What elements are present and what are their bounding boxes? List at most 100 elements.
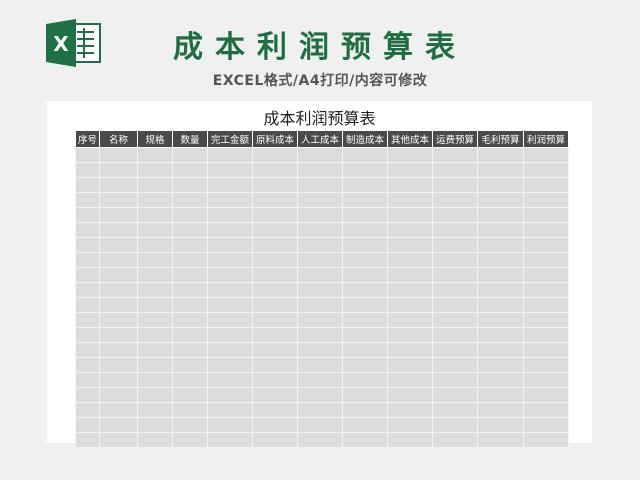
- table-cell: [342, 372, 388, 388]
- table-cell: [75, 387, 100, 403]
- table-cell: [342, 342, 388, 358]
- table-cell: [137, 312, 173, 328]
- table-cell: [432, 327, 478, 343]
- table-cell: [432, 237, 478, 253]
- table-cell: [137, 372, 173, 388]
- table-cell: [523, 372, 569, 388]
- table-cell: [477, 192, 524, 208]
- table-cell: [172, 357, 208, 373]
- table-cell: [99, 432, 138, 448]
- table-cell: [207, 432, 253, 448]
- table-cell: [523, 252, 569, 268]
- table-cell: [172, 237, 208, 253]
- table-cell: [172, 417, 208, 433]
- table-cell: [432, 402, 478, 418]
- table-cell: [477, 177, 524, 193]
- table-cell: [172, 432, 208, 448]
- table-cell: [172, 342, 208, 358]
- table-cell: [252, 207, 298, 223]
- table-cell: [297, 282, 343, 298]
- table-row: [75, 342, 569, 358]
- table-cell: [523, 357, 569, 373]
- column-header: 原料成本: [252, 130, 298, 148]
- table-cell: [477, 432, 524, 448]
- table-cell: [252, 177, 298, 193]
- table-row: [75, 207, 569, 223]
- table-cell: [523, 432, 569, 448]
- table-cell: [137, 267, 173, 283]
- table-cell: [387, 147, 433, 163]
- column-header: 其他成本: [387, 130, 433, 148]
- table-cell: [252, 357, 298, 373]
- table-cell: [477, 267, 524, 283]
- table-cell: [523, 327, 569, 343]
- table-cell: [387, 387, 433, 403]
- table-cell: [172, 252, 208, 268]
- table-cell: [297, 432, 343, 448]
- table-cell: [99, 372, 138, 388]
- table-cell: [252, 222, 298, 238]
- table-cell: [99, 267, 138, 283]
- table-cell: [432, 267, 478, 283]
- table-cell: [477, 402, 524, 418]
- table-cell: [523, 147, 569, 163]
- table-cell: [252, 192, 298, 208]
- table-cell: [342, 177, 388, 193]
- table-cell: [99, 327, 138, 343]
- table-cell: [207, 162, 253, 178]
- table-cell: [342, 252, 388, 268]
- table-cell: [432, 357, 478, 373]
- table-cell: [387, 357, 433, 373]
- column-header: 规格: [137, 130, 173, 148]
- table-cell: [432, 282, 478, 298]
- table-cell: [342, 192, 388, 208]
- table-cell: [297, 192, 343, 208]
- table-cell: [342, 162, 388, 178]
- table-cell: [207, 417, 253, 433]
- table-cell: [342, 237, 388, 253]
- table-cell: [477, 357, 524, 373]
- page-subtitle: EXCEL格式/A4打印/内容可修改: [212, 73, 428, 89]
- table-cell: [137, 177, 173, 193]
- table-cell: [432, 432, 478, 448]
- table-cell: [207, 357, 253, 373]
- column-header: 序号: [75, 130, 100, 148]
- table-cell: [75, 207, 100, 223]
- table-cell: [99, 207, 138, 223]
- table-row: [75, 387, 569, 403]
- table-cell: [477, 282, 524, 298]
- table-cell: [477, 417, 524, 433]
- table-header-row: 序号 名称 规格 数量 完工金额 原料成本 人工成本 制造成本 其他成本 运费预算 毛利预算 利润预算: [75, 130, 569, 148]
- table-row: [75, 237, 569, 253]
- table-cell: [137, 252, 173, 268]
- table-cell: [297, 237, 343, 253]
- table-cell: [75, 312, 100, 328]
- table-cell: [252, 237, 298, 253]
- table-cell: [137, 402, 173, 418]
- table-cell: [207, 177, 253, 193]
- table-cell: [523, 387, 569, 403]
- table-cell: [75, 147, 100, 163]
- table-cell: [137, 192, 173, 208]
- table-cell: [252, 402, 298, 418]
- table-cell: [172, 327, 208, 343]
- table-cell: [523, 222, 569, 238]
- column-header: 制造成本: [342, 130, 388, 148]
- table-cell: [137, 162, 173, 178]
- table-cell: [387, 222, 433, 238]
- table-cell: [172, 372, 208, 388]
- table-cell: [99, 147, 138, 163]
- table-cell: [523, 402, 569, 418]
- table-cell: [387, 432, 433, 448]
- table-cell: [207, 252, 253, 268]
- table-cell: [432, 207, 478, 223]
- table-cell: [172, 282, 208, 298]
- budget-table: 序号 名称 规格 数量 完工金额 原料成本 人工成本 制造成本 其他成本 运费预算 毛利预算 利润预算: [75, 130, 569, 448]
- table-cell: [387, 162, 433, 178]
- table-cell: [477, 297, 524, 313]
- table-cell: [477, 372, 524, 388]
- column-header: 利润预算: [523, 130, 569, 148]
- table-cell: [387, 192, 433, 208]
- table-cell: [207, 267, 253, 283]
- table-cell: [432, 372, 478, 388]
